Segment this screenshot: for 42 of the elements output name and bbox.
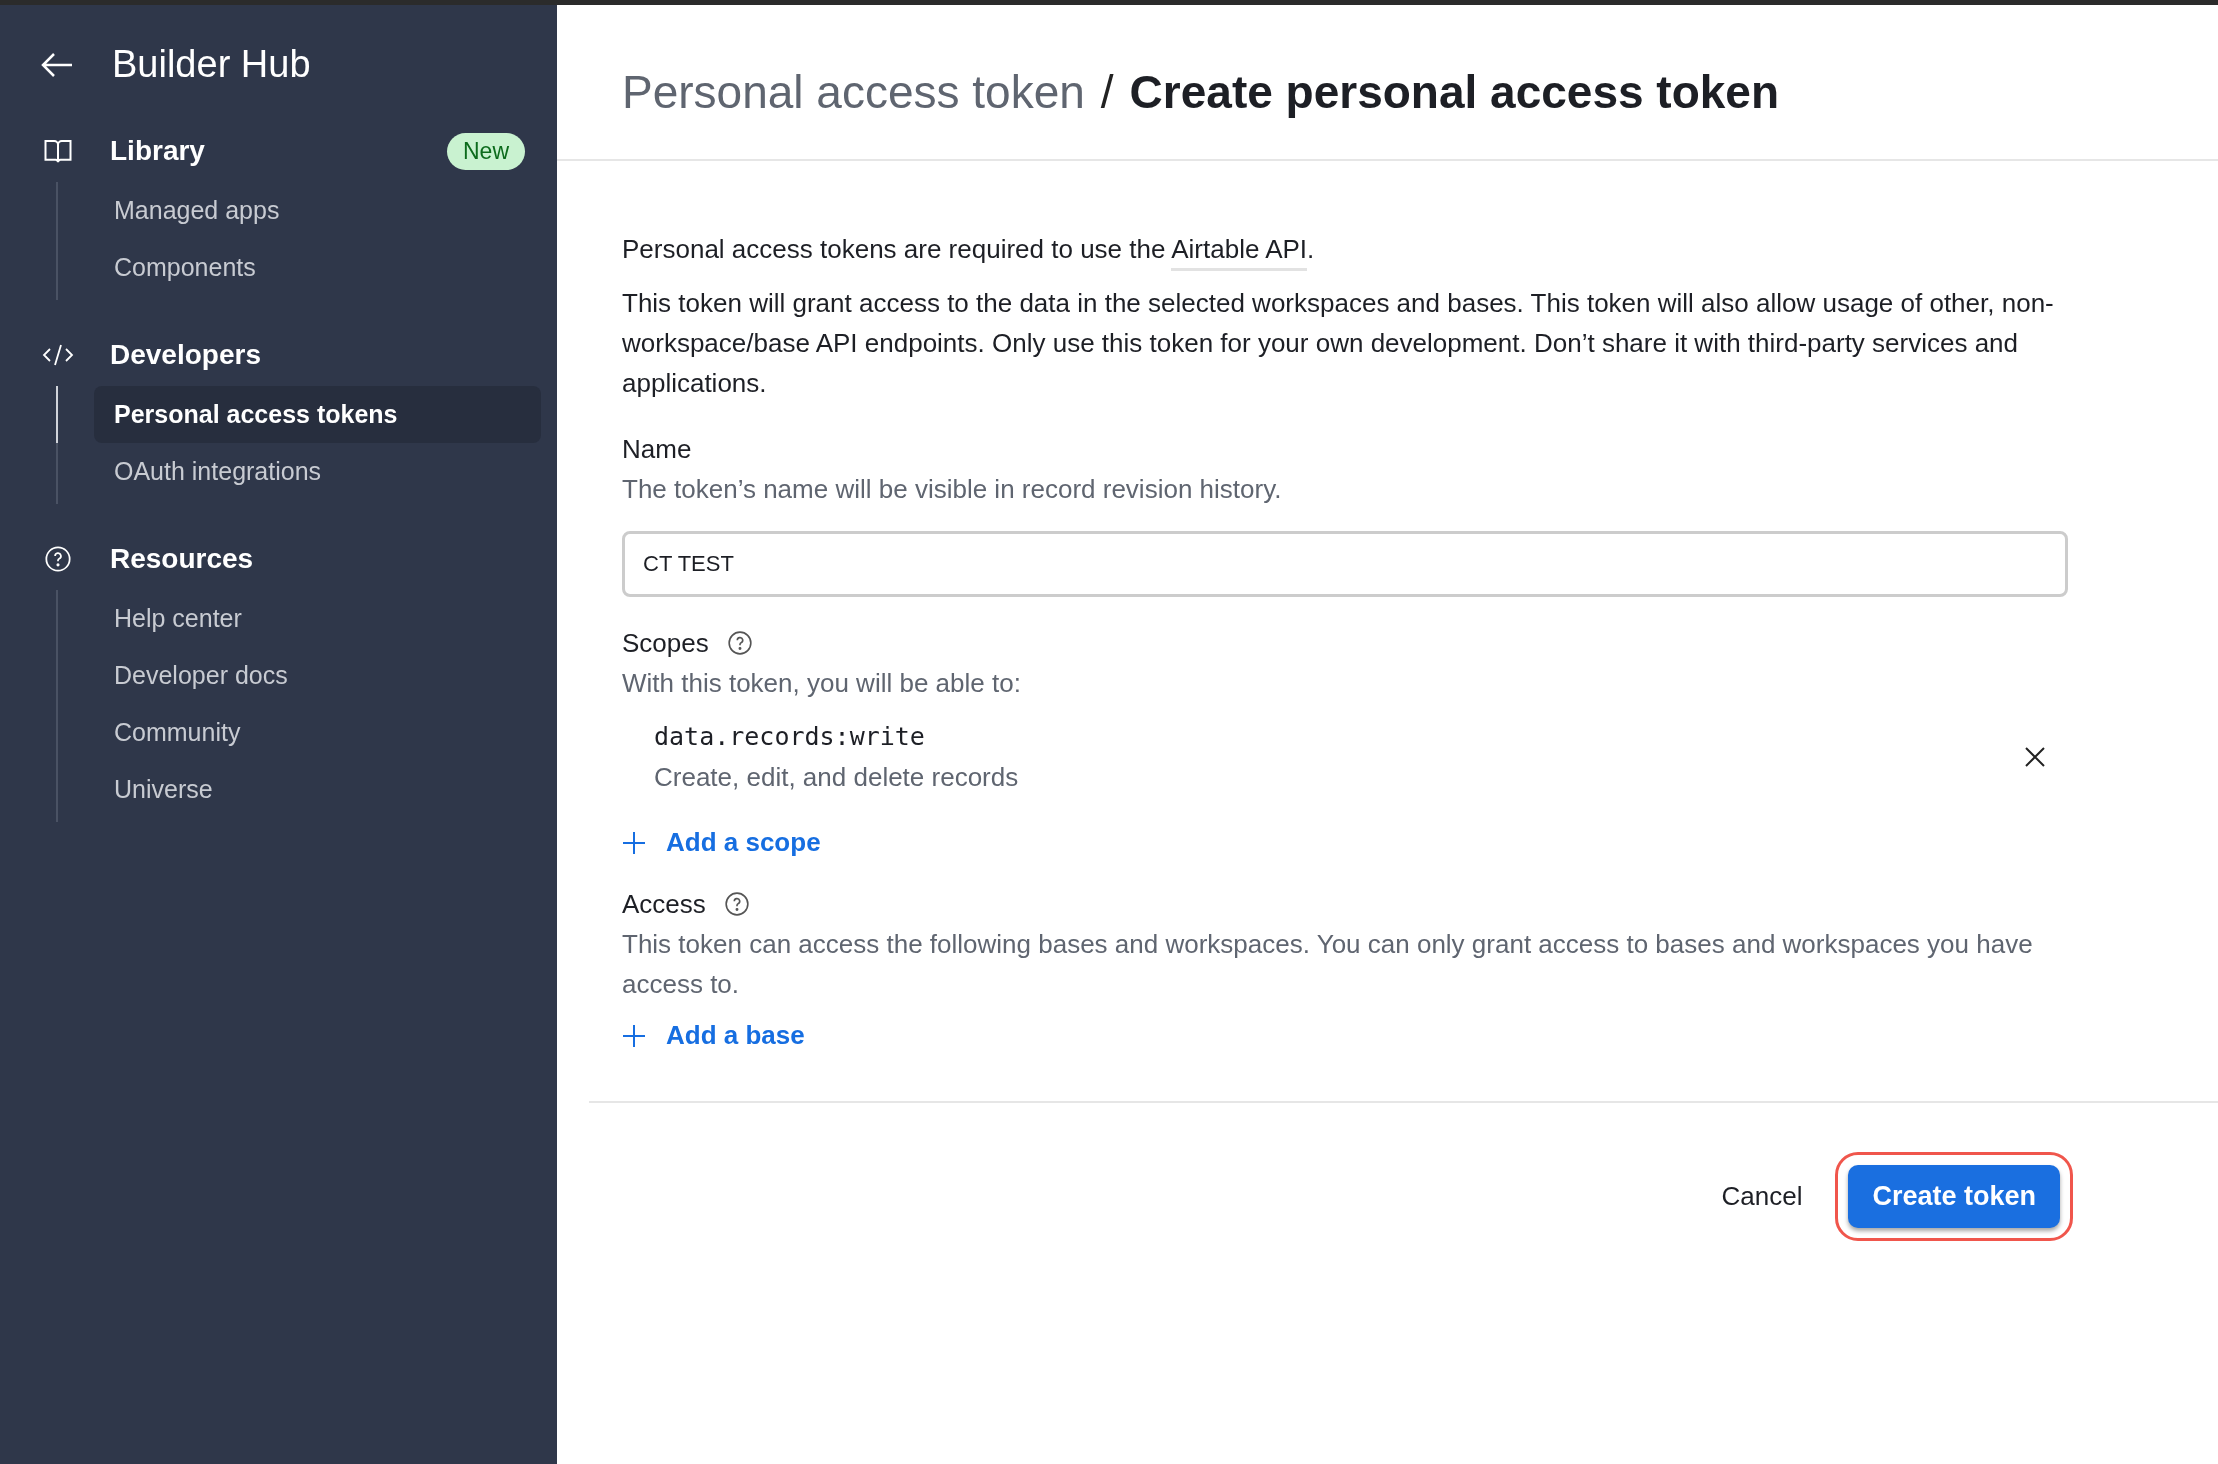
sidebar-item[interactable]: Universe	[94, 761, 541, 818]
scope-name: data.records:write	[654, 721, 926, 753]
sidebar-section-heading[interactable]: Resources	[110, 543, 541, 575]
field-label: Access	[622, 888, 706, 921]
sidebar-item[interactable]: OAuth integrations	[94, 443, 541, 500]
book-icon	[43, 137, 73, 165]
help-icon	[726, 630, 753, 656]
back-arrow-icon[interactable]	[40, 50, 74, 79]
sidebar-item[interactable]: Community	[94, 704, 541, 761]
sidebar-item[interactable]: Developer docs	[94, 647, 541, 704]
close-icon	[2024, 746, 2046, 768]
field-hint: The token’s name will be visible in record revision history.	[622, 473, 1283, 506]
sidebar-section-heading[interactable]: Library	[110, 135, 447, 167]
sidebar-section-heading[interactable]: Developers	[110, 339, 541, 371]
sidebar-title: Builder Hub	[112, 43, 311, 86]
sidebar-item[interactable]: Personal access tokens	[94, 386, 541, 443]
field-label: Name	[622, 433, 692, 466]
breadcrumb-link[interactable]: Personal access token	[622, 65, 1085, 119]
code-icon	[42, 343, 74, 367]
plus-icon	[622, 830, 646, 855]
new-badge: New	[447, 132, 525, 170]
create-token-button[interactable]: Create token	[1848, 1165, 2060, 1228]
sidebar-item[interactable]: Help center	[94, 590, 541, 647]
page-title: Create personal access token	[1129, 65, 1780, 119]
plus-icon	[622, 1023, 646, 1048]
add-scope-button[interactable]: Add a scope	[622, 827, 821, 858]
sidebar-item[interactable]: Components	[94, 239, 541, 296]
sidebar-item[interactable]: Managed apps	[94, 182, 541, 239]
cancel-button[interactable]: Cancel	[1715, 1180, 1809, 1213]
add-base-button[interactable]: Add a base	[622, 1020, 805, 1051]
breadcrumb-separator: /	[1100, 65, 1114, 119]
field-hint: With this token, you will be able to:	[622, 667, 1022, 700]
field-label: Scopes	[622, 627, 709, 660]
close-button[interactable]	[2024, 746, 2046, 768]
api-link[interactable]: Airtable API	[1171, 234, 1308, 271]
help-icon	[44, 545, 72, 573]
field-hint: This token can access the following bases and workspaces. You can only grant access to bases and workspaces you have access to.	[622, 928, 2034, 1001]
description-text: This token will grant access to the data in the selected workspaces and bases. This token will also allow usage of other, non-workspace/base API endpoints. Only use this token for your own development. Don’t share it with third-party services and applications.	[622, 287, 2055, 400]
intro-text: Personal access tokens are required to use the Airtable API.	[622, 229, 2068, 269]
help-icon	[723, 891, 750, 917]
name-input-field[interactable]: CT TEST	[622, 531, 2068, 597]
scope-description: Create, edit, and delete records	[654, 761, 1020, 794]
